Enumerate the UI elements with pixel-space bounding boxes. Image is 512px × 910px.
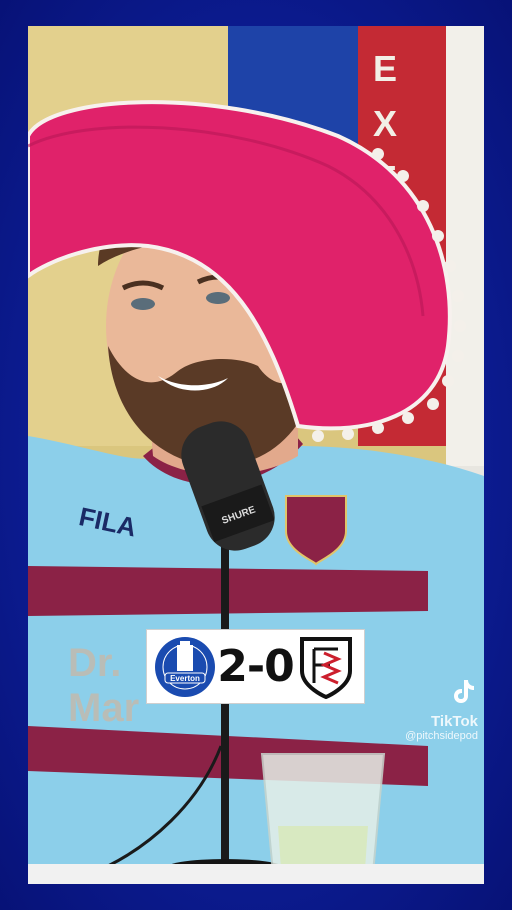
video-frame: E X E FILA Dr. Mar [28,26,484,884]
everton-crest-icon: Everton [155,636,215,697]
podcast-scene: E X E FILA Dr. Mar [28,26,484,884]
tiktok-logo-icon [454,680,474,703]
tiktok-handle: @pitchsidepod [405,730,478,742]
svg-text:Mar: Mar [68,686,139,730]
scoreboard: Everton 2-0 [146,629,365,704]
svg-text:E: E [373,48,397,89]
svg-text:Dr.: Dr. [68,641,121,685]
mic-stand [221,546,229,876]
tiktok-brand: TikTok [431,713,478,730]
fulham-crest-icon [300,636,352,699]
tiktok-watermark: TikTok @pitchsidepod [368,676,478,742]
svg-text:X: X [373,103,397,144]
match-score: 2-0 [217,641,294,692]
svg-text:Everton: Everton [170,674,200,683]
